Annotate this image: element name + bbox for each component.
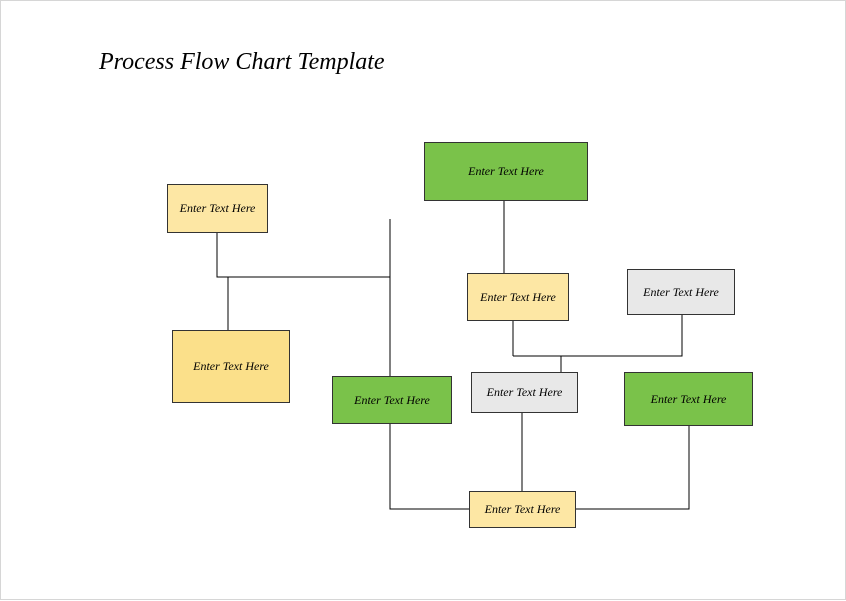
flow-box-label: Enter Text Here (651, 392, 727, 407)
flow-box-b5[interactable]: Enter Text Here (627, 269, 735, 315)
flow-box-label: Enter Text Here (487, 385, 563, 400)
flow-box-b1[interactable]: Enter Text Here (167, 184, 268, 233)
flow-box-label: Enter Text Here (354, 393, 430, 408)
flow-box-label: Enter Text Here (468, 164, 544, 179)
flow-box-b3[interactable]: Enter Text Here (172, 330, 290, 403)
flow-box-label: Enter Text Here (485, 502, 561, 517)
flow-box-label: Enter Text Here (193, 359, 269, 374)
flow-box-label: Enter Text Here (643, 285, 719, 300)
flow-box-b9[interactable]: Enter Text Here (469, 491, 576, 528)
flow-box-label: Enter Text Here (480, 290, 556, 305)
flow-box-b7[interactable]: Enter Text Here (471, 372, 578, 413)
flow-box-b8[interactable]: Enter Text Here (624, 372, 753, 426)
flow-box-b6[interactable]: Enter Text Here (332, 376, 452, 424)
page-title: Process Flow Chart Template (99, 49, 385, 76)
flow-box-label: Enter Text Here (180, 201, 256, 216)
diagram-canvas: Process Flow Chart Template Enter Text H… (0, 0, 846, 600)
flow-box-b4[interactable]: Enter Text Here (467, 273, 569, 321)
flow-box-b2[interactable]: Enter Text Here (424, 142, 588, 201)
